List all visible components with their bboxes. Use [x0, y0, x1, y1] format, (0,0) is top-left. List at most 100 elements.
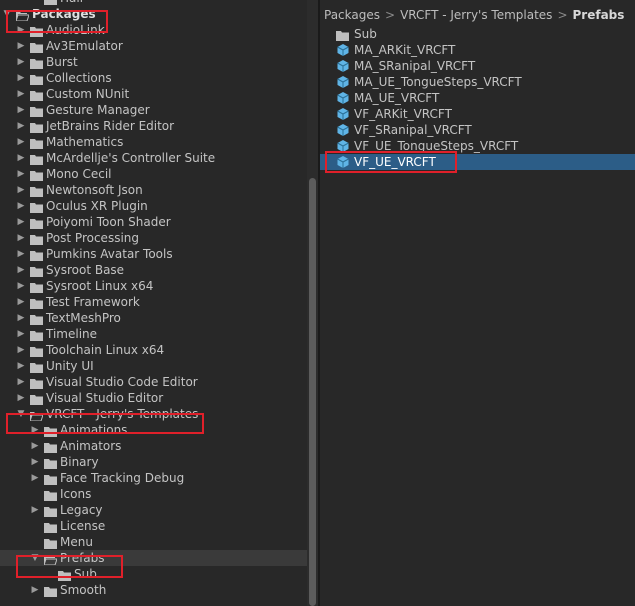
- asset-item-label: MA_SRanipal_VRCFT: [354, 59, 476, 73]
- expand-arrow-right-icon[interactable]: ▶: [15, 118, 27, 134]
- asset-item[interactable]: MA_UE_TongueSteps_VRCFT: [320, 74, 635, 90]
- expand-arrow-right-icon[interactable]: ▶: [29, 422, 41, 438]
- tree-item[interactable]: ▼ Packages: [0, 6, 307, 22]
- tree-item[interactable]: ▶ Custom NUnit: [0, 86, 307, 102]
- expand-arrow-right-icon[interactable]: ▶: [29, 470, 41, 486]
- asset-item[interactable]: MA_SRanipal_VRCFT: [320, 58, 635, 74]
- breadcrumb-item[interactable]: VRCFT - Jerry's Templates: [400, 8, 552, 22]
- folder-icon: [30, 265, 43, 277]
- tree-item[interactable]: ▶ JetBrains Rider Editor: [0, 118, 307, 134]
- tree-item[interactable]: License: [0, 518, 307, 534]
- tree-item[interactable]: ▶ McArdellje's Controller Suite: [0, 150, 307, 166]
- expand-arrow-right-icon[interactable]: ▶: [15, 246, 27, 262]
- expand-arrow-right-icon[interactable]: ▶: [15, 390, 27, 406]
- folder-icon: [44, 537, 57, 549]
- tree-item[interactable]: ▶ Visual Studio Code Editor: [0, 374, 307, 390]
- expand-arrow-right-icon[interactable]: ▶: [29, 502, 41, 518]
- asset-item[interactable]: VF_ARKit_VRCFT: [320, 106, 635, 122]
- expand-arrow-right-icon[interactable]: ▶: [15, 342, 27, 358]
- expand-arrow-right-icon[interactable]: ▶: [15, 102, 27, 118]
- tree-item-label: Sysroot Linux x64: [46, 279, 154, 293]
- expand-arrow-down-icon[interactable]: ▼: [29, 550, 41, 566]
- tree-item-label: Mathematics: [46, 135, 124, 149]
- expand-arrow-right-icon[interactable]: ▶: [29, 438, 41, 454]
- tree-item[interactable]: ▶ Oculus XR Plugin: [0, 198, 307, 214]
- tree-item[interactable]: ▶ Mathematics: [0, 134, 307, 150]
- tree-item[interactable]: ▶ TextMeshPro: [0, 310, 307, 326]
- folder-icon: [30, 121, 43, 133]
- tree-item[interactable]: ▶ Sysroot Linux x64: [0, 278, 307, 294]
- tree-item[interactable]: ▶ Gesture Manager: [0, 102, 307, 118]
- tree-scrollbar-thumb[interactable]: [309, 178, 316, 606]
- tree-item[interactable]: ▶ Unity UI: [0, 358, 307, 374]
- expand-arrow-right-icon[interactable]: ▶: [15, 134, 27, 150]
- expand-arrow-right-icon[interactable]: ▶: [29, 582, 41, 598]
- tree-item[interactable]: ▶ Animators: [0, 438, 307, 454]
- breadcrumb-item[interactable]: Packages: [324, 8, 380, 22]
- tree-item[interactable]: ▶ Pumkins Avatar Tools: [0, 246, 307, 262]
- tree-item[interactable]: Icons: [0, 486, 307, 502]
- tree-item[interactable]: ▶ Burst: [0, 54, 307, 70]
- asset-item[interactable]: MA_UE_VRCFT: [320, 90, 635, 106]
- tree-item[interactable]: ▶ Av3Emulator: [0, 38, 307, 54]
- tree-item[interactable]: ▶ Newtonsoft Json: [0, 182, 307, 198]
- tree-item[interactable]: ▶ Smooth: [0, 582, 307, 598]
- expand-arrow-right-icon[interactable]: ▶: [15, 54, 27, 70]
- tree-item-label: Gesture Manager: [46, 103, 150, 117]
- tree-item[interactable]: Menu: [0, 534, 307, 550]
- asset-item[interactable]: MA_ARKit_VRCFT: [320, 42, 635, 58]
- expand-arrow-right-icon[interactable]: ▶: [15, 262, 27, 278]
- expand-arrow-right-icon[interactable]: ▶: [29, 454, 41, 470]
- tree-item[interactable]: ▼ Prefabs: [0, 550, 307, 566]
- expand-arrow-down-icon[interactable]: ▼: [1, 6, 13, 22]
- tree-item[interactable]: ▶ Legacy: [0, 502, 307, 518]
- tree-item-label: Sysroot Base: [46, 263, 125, 277]
- expand-arrow-right-icon[interactable]: ▶: [15, 358, 27, 374]
- asset-item[interactable]: VF_SRanipal_VRCFT: [320, 122, 635, 138]
- tree-scrollbar[interactable]: [307, 0, 318, 606]
- folder-icon: [44, 457, 57, 469]
- tree-item[interactable]: ▶ Toolchain Linux x64: [0, 342, 307, 358]
- expand-arrow-right-icon[interactable]: ▶: [15, 182, 27, 198]
- tree-item[interactable]: Sub: [0, 566, 307, 582]
- tree-item[interactable]: ▼ VRCFT - Jerry's Templates: [0, 406, 307, 422]
- tree-item[interactable]: ▶ Collections: [0, 70, 307, 86]
- folder-icon: [44, 505, 57, 517]
- expand-arrow-right-icon[interactable]: ▶: [15, 294, 27, 310]
- tree-item[interactable]: ▶ Face Tracking Debug: [0, 470, 307, 486]
- expand-arrow-right-icon[interactable]: ▶: [15, 70, 27, 86]
- tree-item[interactable]: ▶ Sysroot Base: [0, 262, 307, 278]
- tree-item[interactable]: ▶ Animations: [0, 422, 307, 438]
- expand-arrow-right-icon[interactable]: ▶: [15, 278, 27, 294]
- tree-item-label: Legacy: [60, 503, 103, 517]
- tree-item[interactable]: ▶ Test Framework: [0, 294, 307, 310]
- prefab-icon: [336, 59, 350, 73]
- asset-item[interactable]: VF_UE_TongueSteps_VRCFT: [320, 138, 635, 154]
- tree-item[interactable]: ▶ AudioLink: [0, 22, 307, 38]
- folder-open-icon: [15, 9, 30, 22]
- expand-arrow-right-icon[interactable]: ▶: [15, 38, 27, 54]
- expand-arrow-right-icon[interactable]: ▶: [15, 326, 27, 342]
- folder-icon: [30, 329, 43, 341]
- expand-arrow-right-icon[interactable]: ▶: [15, 86, 27, 102]
- expand-arrow-right-icon[interactable]: ▶: [15, 22, 27, 38]
- asset-item[interactable]: VF_UE_VRCFT: [320, 154, 635, 170]
- tree-item[interactable]: ▶ Poiyomi Toon Shader: [0, 214, 307, 230]
- tree-item[interactable]: ▶ Timeline: [0, 326, 307, 342]
- tree-item-label: Binary: [60, 455, 99, 469]
- tree-item[interactable]: ▶ Binary: [0, 454, 307, 470]
- expand-arrow-right-icon[interactable]: ▶: [15, 198, 27, 214]
- tree-item[interactable]: ▶ Visual Studio Editor: [0, 390, 307, 406]
- tree-item-label: Collections: [46, 71, 112, 85]
- expand-arrow-right-icon[interactable]: ▶: [15, 166, 27, 182]
- expand-arrow-down-icon[interactable]: ▼: [15, 406, 27, 422]
- expand-arrow-right-icon[interactable]: ▶: [15, 150, 27, 166]
- expand-arrow-right-icon[interactable]: ▶: [15, 214, 27, 230]
- asset-item[interactable]: Sub: [320, 26, 635, 42]
- tree-item-label: AudioLink: [46, 23, 105, 37]
- tree-item[interactable]: ▶ Post Processing: [0, 230, 307, 246]
- tree-item[interactable]: ▶ Mono Cecil: [0, 166, 307, 182]
- expand-arrow-right-icon[interactable]: ▶: [15, 310, 27, 326]
- expand-arrow-right-icon[interactable]: ▶: [15, 374, 27, 390]
- expand-arrow-right-icon[interactable]: ▶: [15, 230, 27, 246]
